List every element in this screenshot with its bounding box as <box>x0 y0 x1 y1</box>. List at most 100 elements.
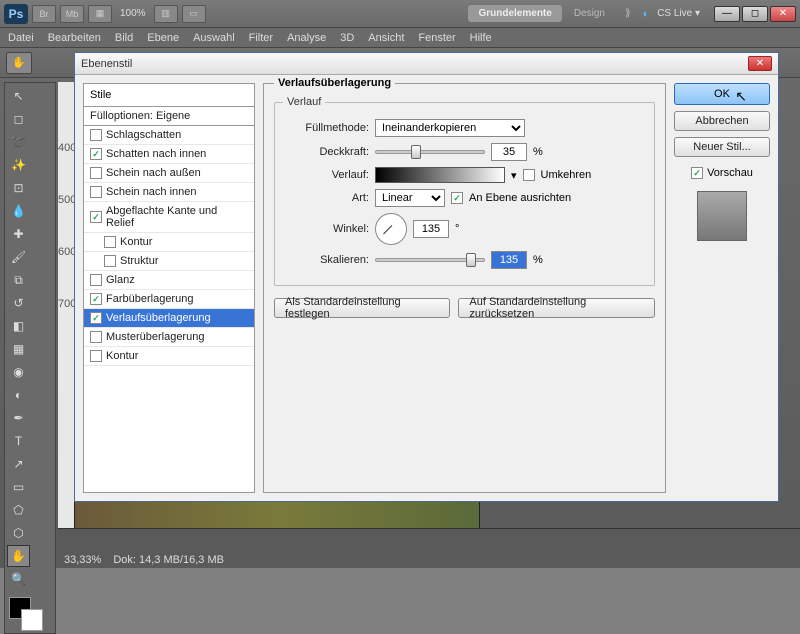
opacity-input[interactable]: 35 <box>491 143 527 161</box>
lasso-tool[interactable]: ➰ <box>7 131 30 153</box>
style-item-4[interactable]: Abgeflachte Kante und Relief <box>84 202 254 233</box>
style-item-6[interactable]: Struktur <box>84 252 254 271</box>
opacity-slider[interactable] <box>375 150 485 154</box>
menu-edit[interactable]: Bearbeiten <box>48 32 101 44</box>
arrange-docs-button[interactable]: ▥ <box>154 5 178 23</box>
style-checkbox[interactable] <box>90 167 102 179</box>
history-brush-tool[interactable]: ↺ <box>7 292 30 314</box>
ok-button[interactable]: OK↖ <box>674 83 770 105</box>
style-checkbox[interactable] <box>90 293 102 305</box>
make-default-button[interactable]: Als Standardeinstellung festlegen <box>274 298 450 318</box>
angle-dial[interactable] <box>375 213 407 245</box>
cancel-button[interactable]: Abbrechen <box>674 111 770 131</box>
workspace-essentials[interactable]: Grundelemente <box>468 5 561 22</box>
align-checkbox[interactable] <box>451 192 463 204</box>
move-tool[interactable]: ↖ <box>7 85 30 107</box>
style-checkbox[interactable] <box>90 148 102 160</box>
style-item-9[interactable]: Verlaufsüberlagerung <box>84 309 254 328</box>
zoom-tool[interactable]: 🔍 <box>7 568 30 590</box>
menu-help[interactable]: Hilfe <box>470 32 492 44</box>
blend-mode-select[interactable]: Ineinanderkopieren <box>375 119 525 137</box>
maximize-button[interactable]: ◻ <box>742 6 768 22</box>
scale-input[interactable]: 135 <box>491 251 527 269</box>
reverse-checkbox[interactable] <box>523 169 535 181</box>
workspace-more[interactable]: ⟫ <box>617 8 639 19</box>
type-tool[interactable]: T <box>7 430 30 452</box>
styles-header[interactable]: Stile <box>84 84 254 107</box>
gradient-picker[interactable] <box>375 167 505 183</box>
3d-tool[interactable]: ⬠ <box>7 499 30 521</box>
bridge-button[interactable]: Br <box>32 5 56 23</box>
menu-3d[interactable]: 3D <box>340 32 354 44</box>
style-checkbox[interactable] <box>90 331 102 343</box>
style-checkbox[interactable] <box>90 274 102 286</box>
style-item-1[interactable]: Schatten nach innen <box>84 145 254 164</box>
menu-filter[interactable]: Filter <box>249 32 273 44</box>
minibridge-button[interactable]: Mb <box>60 5 84 23</box>
workspace-design[interactable]: Design <box>566 8 613 19</box>
hand-tool[interactable]: ✋ <box>7 545 30 567</box>
extras-button[interactable]: ▭ <box>182 5 206 23</box>
cslive-menu[interactable]: CS Live ▾ <box>653 8 704 19</box>
style-item-8[interactable]: Farbüberlagerung <box>84 290 254 309</box>
angle-input[interactable]: 135 <box>413 220 449 238</box>
dodge-tool[interactable]: ◐ <box>7 384 30 406</box>
gradient-dropdown[interactable]: ▾ <box>511 169 517 182</box>
style-checkbox[interactable] <box>90 350 102 362</box>
preview-swatch <box>697 191 747 241</box>
marquee-tool[interactable]: ◻ <box>7 108 30 130</box>
menu-file[interactable]: Datei <box>8 32 34 44</box>
reset-default-button[interactable]: Auf Standardeinstellung zurücksetzen <box>458 298 655 318</box>
menu-window[interactable]: Fenster <box>418 32 455 44</box>
menu-view[interactable]: Ansicht <box>368 32 404 44</box>
status-zoom[interactable]: 33,33% <box>64 554 101 566</box>
preview-checkbox[interactable] <box>691 167 703 179</box>
dialog-titlebar[interactable]: Ebenenstil ✕ <box>75 53 778 75</box>
gradient-style-select[interactable]: Linear <box>375 189 445 207</box>
new-style-button[interactable]: Neuer Stil... <box>674 137 770 157</box>
style-checkbox[interactable] <box>104 236 116 248</box>
crop-tool[interactable]: ⊡ <box>7 177 30 199</box>
minimize-button[interactable]: — <box>714 6 740 22</box>
style-item-3[interactable]: Schein nach innen <box>84 183 254 202</box>
3d-camera-tool[interactable]: ⬡ <box>7 522 30 544</box>
style-checkbox[interactable] <box>90 211 102 223</box>
gradient-tool[interactable]: ▦ <box>7 338 30 360</box>
style-item-10[interactable]: Musterüberlagerung <box>84 328 254 347</box>
wand-tool[interactable]: ✨ <box>7 154 30 176</box>
screen-mode-button[interactable]: ▦ <box>88 5 112 23</box>
settings-panel: Verlaufsüberlagerung Verlauf Füllmethode… <box>263 83 666 493</box>
menu-layer[interactable]: Ebene <box>147 32 179 44</box>
style-checkbox[interactable] <box>104 255 116 267</box>
style-item-5[interactable]: Kontur <box>84 233 254 252</box>
ps-logo: Ps <box>4 4 28 24</box>
pen-tool[interactable]: ✒ <box>7 407 30 429</box>
brush-tool[interactable]: 🖌 <box>7 246 30 268</box>
blend-options-item[interactable]: Fülloptionen: Eigene <box>84 107 254 126</box>
eyedropper-tool[interactable]: 💧 <box>7 200 30 222</box>
menu-analysis[interactable]: Analyse <box>287 32 326 44</box>
style-item-0[interactable]: Schlagschatten <box>84 126 254 145</box>
dialog-close-button[interactable]: ✕ <box>748 56 772 71</box>
blur-tool[interactable]: ◉ <box>7 361 30 383</box>
heal-tool[interactable]: ✚ <box>7 223 30 245</box>
style-checkbox[interactable] <box>90 186 102 198</box>
status-doc[interactable]: Dok: 14,3 MB/16,3 MB <box>113 554 224 566</box>
color-swatches[interactable] <box>7 595 51 631</box>
style-checkbox[interactable] <box>90 312 102 324</box>
path-tool[interactable]: ↗ <box>7 453 30 475</box>
scale-slider[interactable] <box>375 258 485 262</box>
style-item-7[interactable]: Glanz <box>84 271 254 290</box>
eraser-tool[interactable]: ◧ <box>7 315 30 337</box>
hand-tool-preset[interactable]: ✋ <box>6 52 32 74</box>
style-checkbox[interactable] <box>90 129 102 141</box>
stamp-tool[interactable]: ⧉ <box>7 269 30 291</box>
style-item-11[interactable]: Kontur <box>84 347 254 366</box>
style-item-2[interactable]: Schein nach außen <box>84 164 254 183</box>
zoom-display[interactable]: 100% <box>116 8 150 19</box>
group-label: Verlauf <box>283 96 325 108</box>
shape-tool[interactable]: ▭ <box>7 476 30 498</box>
menu-select[interactable]: Auswahl <box>193 32 235 44</box>
menu-image[interactable]: Bild <box>115 32 133 44</box>
close-button[interactable]: ✕ <box>770 6 796 22</box>
